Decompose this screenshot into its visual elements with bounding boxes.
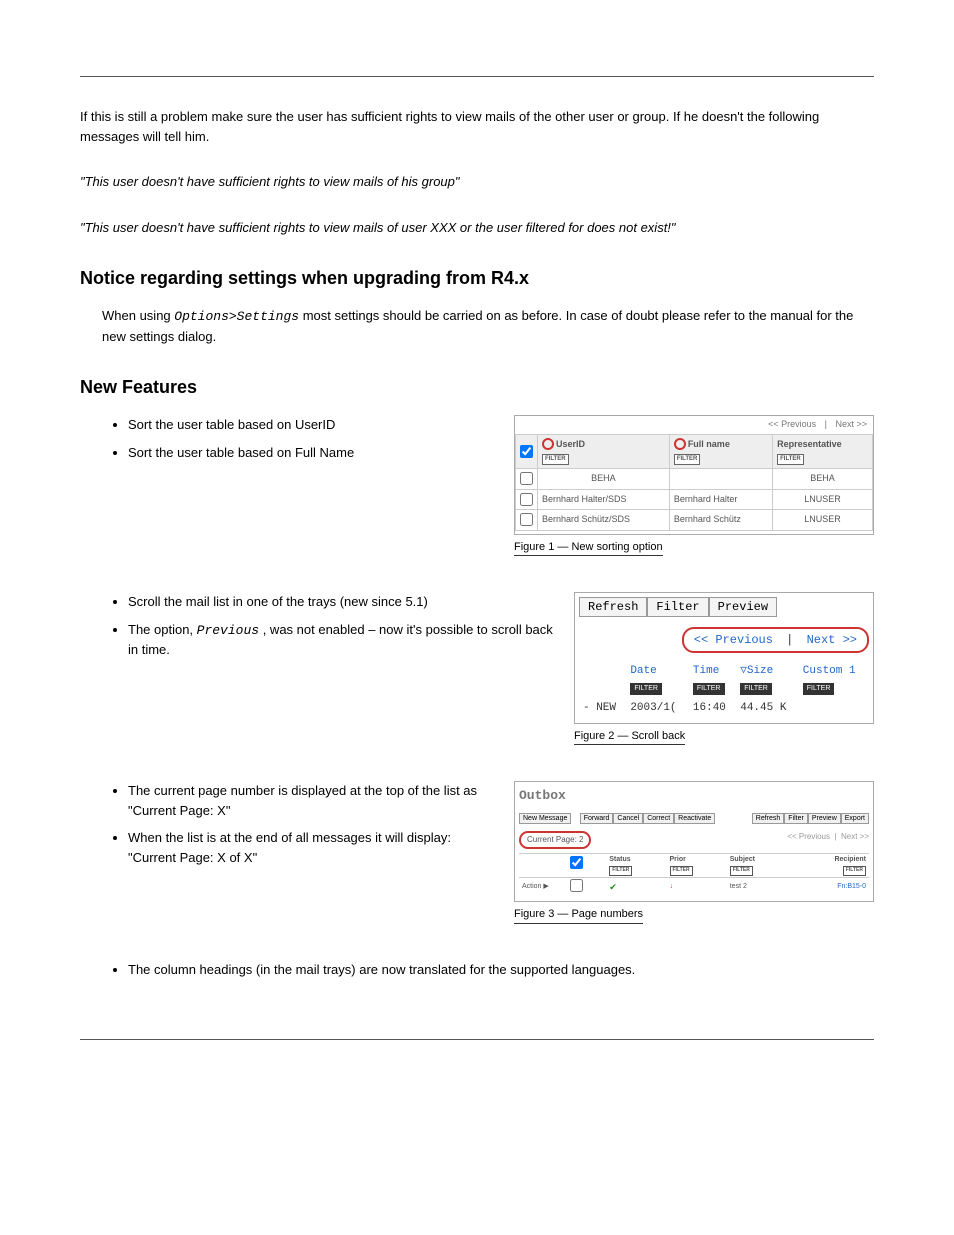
fig3-prev-link[interactable]: << Previous [787,832,830,841]
fig3-row-recipient: Fn:B15-0 [791,877,869,897]
figure-2: RefreshFilterPreview << Previous | Next … [574,592,874,724]
fig1-filter-badge-3[interactable]: FILTER [777,454,804,465]
sort-indicator-icon[interactable] [542,438,554,450]
fig2-col-time[interactable]: Time [693,665,719,677]
fig1-select-all-checkbox[interactable] [520,445,533,458]
fig2-col-size[interactable]: Size [747,665,773,677]
fig2-prev-link[interactable]: << Previous [694,633,773,647]
fig3-action-label[interactable]: Action ▶ [522,883,549,890]
page-header [80,70,874,77]
fig2-col-custom[interactable]: Custom 1 [803,665,856,677]
fig3-reactivate-button[interactable]: Reactivate [674,813,715,824]
fig2-col-date[interactable]: Date [630,665,656,677]
table-row: BEHA BEHA [516,469,873,490]
feature-page-bullet-1: The current page number is displayed at … [128,781,494,820]
quote-2: "This user doesn't have sufficient right… [80,218,874,238]
fig3-col-prior[interactable]: Prior [670,856,686,863]
fig3-filter-badge[interactable]: FILTER [670,866,693,876]
fig3-current-page-box: Current Page: 2 [519,831,591,849]
fig1-r2-name: Bernhard Schütz [669,510,772,531]
fig3-export-button[interactable]: Export [841,813,869,824]
fig1-r0-uid: BEHA [538,469,670,490]
fig3-forward-button[interactable]: Forward [580,813,614,824]
fig3-select-all[interactable] [570,856,583,869]
fig1-r0-name [669,469,772,490]
fig1-row-checkbox[interactable] [520,513,533,526]
fig1-r0-rep: BEHA [773,469,873,490]
fig1-prev-link[interactable]: << Previous [768,419,816,429]
feature-sort-bullet-2: Sort the user table based on Full Name [128,443,494,463]
fig1-next-link[interactable]: Next >> [835,419,867,429]
feature-sort-bullet-1: Sort the user table based on UserID [128,415,494,435]
fig2-filter-badge[interactable]: FILTER [693,683,725,696]
intro-paragraph: If this is still a problem make sure the… [80,107,874,146]
fig1-col-userid[interactable]: UserID [556,439,585,449]
page-footer [80,1039,874,1046]
fig2-next-link[interactable]: Next >> [807,633,857,647]
fig2-filter-button[interactable]: Filter [647,597,708,617]
fig1-r2-uid: Bernhard Schütz/SDS [538,510,670,531]
fig2-filter-badge[interactable]: FILTER [630,683,662,696]
check-icon: ✔ [609,882,617,892]
fig2-filter-badge[interactable]: FILTER [803,683,835,696]
figure-2-caption: Figure 2 — Scroll back [574,728,685,746]
priority-down-icon: ↓ [670,883,674,890]
table-row: Action ▶ ✔ ↓ test 2 Fn:B15-0 [519,877,869,897]
fig2-refresh-button[interactable]: Refresh [579,597,647,617]
feature-page-bullet-2: When the list is at the end of all messa… [128,828,494,867]
fig3-refresh-button[interactable]: Refresh [752,813,785,824]
figure-1: << Previous | Next >> UserIDFILTER Full … [514,415,874,535]
fig2-row-status: - NEW [579,698,626,719]
new-features-heading: New Features [80,374,874,401]
notice-heading: Notice regarding settings when upgrading… [80,265,874,292]
fig1-filter-badge-2[interactable]: FILTER [674,454,701,465]
fig1-filter-badge-1[interactable]: FILTER [542,454,569,465]
fig3-filter-badge[interactable]: FILTER [609,866,632,876]
fig1-r2-rep: LNUSER [773,510,873,531]
fig3-col-subject[interactable]: Subject [730,856,755,863]
fig3-preview-button[interactable]: Preview [808,813,841,824]
fig1-r1-rep: LNUSER [773,489,873,510]
feature-scroll-bullet-2: The option, Previous , was not enabled –… [128,620,554,660]
quote-1: "This user doesn't have sufficient right… [80,172,874,192]
figure-3: Outbox New Message ForwardCancelCorrectR… [514,781,874,902]
fig3-correct-button[interactable]: Correct [643,813,674,824]
fig1-r1-uid: Bernhard Halter/SDS [538,489,670,510]
fig3-next-link[interactable]: Next >> [841,832,869,841]
fig3-cancel-button[interactable]: Cancel [613,813,643,824]
fig2-row-time: 16:40 [689,698,736,719]
fig3-row-subject: test 2 [727,877,792,897]
fig2-filter-badge[interactable]: FILTER [740,683,772,696]
table-row: Bernhard Schütz/SDS Bernhard Schütz LNUS… [516,510,873,531]
feature-translate-bullet: The column headings (in the mail trays) … [128,960,874,980]
fig2-pager-box: << Previous | Next >> [682,627,869,653]
notice-body-1: When using [102,308,174,323]
fig3-filter-badge[interactable]: FILTER [730,866,753,876]
fig1-r1-name: Bernhard Halter [669,489,772,510]
figure-1-caption: Figure 1 — New sorting option [514,539,663,557]
table-row: Bernhard Halter/SDS Bernhard Halter LNUS… [516,489,873,510]
fig3-filter-badge[interactable]: FILTER [843,866,866,876]
feature-scroll-bullet-1: Scroll the mail list in one of the trays… [128,592,554,612]
fig2-row-size: 44.45 K [736,698,799,719]
table-row: - NEW 2003/1( 16:40 44.45 K [579,698,869,719]
fig3-col-recipient[interactable]: Recipient [834,856,866,863]
fig3-row-checkbox[interactable] [570,879,583,892]
fig2-row-date: 2003/1( [626,698,689,719]
fig2-preview-button[interactable]: Preview [709,597,777,617]
notice-paragraph: When using Options>Settings most setting… [102,306,874,346]
fig3-col-status[interactable]: Status [609,856,630,863]
fig3-filter-button[interactable]: Filter [784,813,808,824]
fig1-row-checkbox[interactable] [520,472,533,485]
fig1-col-fullname[interactable]: Full name [688,439,730,449]
fig1-col-rep[interactable]: Representative [777,439,842,449]
notice-code: Options>Settings [174,309,299,324]
sort-indicator-icon[interactable] [674,438,686,450]
fig1-row-checkbox[interactable] [520,493,533,506]
fig3-new-button[interactable]: New Message [519,813,571,824]
fig3-title: Outbox [519,786,869,806]
figure-3-caption: Figure 3 — Page numbers [514,906,643,924]
